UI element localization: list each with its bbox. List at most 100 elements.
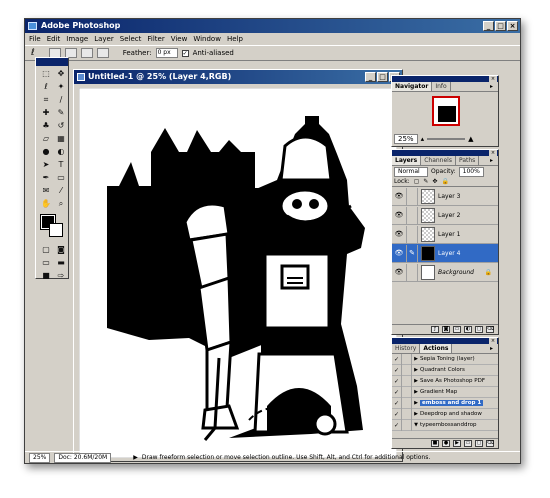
- action-item[interactable]: ✓ ▶ Save As Photoshop PDF: [392, 375, 498, 387]
- tab-paths[interactable]: Paths: [456, 156, 480, 165]
- toolbox-header[interactable]: [36, 58, 68, 66]
- app-titlebar[interactable]: Adobe Photoshop _ □ ×: [25, 19, 520, 33]
- action-item[interactable]: ✓ ▶ Sepia Toning (layer): [392, 353, 498, 365]
- action-check-icon[interactable]: ✓: [392, 397, 402, 409]
- layer-mask-icon[interactable]: ◙: [442, 326, 450, 333]
- zoom-in-icon[interactable]: ▲: [468, 135, 473, 143]
- layer-row[interactable]: 👁 Layer 3: [392, 187, 498, 206]
- expand-triangle-icon[interactable]: ▶: [412, 367, 420, 373]
- visibility-eye-icon[interactable]: 👁: [392, 230, 406, 238]
- zoom-slider[interactable]: [427, 138, 466, 140]
- background-color-swatch[interactable]: [49, 223, 63, 237]
- collapse-triangle-icon[interactable]: ▼: [412, 422, 420, 428]
- imageready-jump-icon[interactable]: ⇨: [54, 270, 68, 282]
- navigator-thumbnail[interactable]: [432, 96, 460, 126]
- layer-link-slot[interactable]: [406, 187, 418, 205]
- image-canvas[interactable]: [79, 88, 397, 458]
- play-icon[interactable]: ▶: [453, 440, 461, 447]
- maximize-button[interactable]: □: [495, 21, 506, 31]
- menu-filter[interactable]: Filter: [147, 33, 164, 45]
- zoom-out-icon[interactable]: ▴: [421, 135, 425, 143]
- action-check-icon[interactable]: ✓: [392, 408, 402, 420]
- action-item-selected[interactable]: ✓ ▶ emboss and drop 1: [392, 397, 498, 409]
- action-item[interactable]: ✓ ▶ Gradient Map: [392, 386, 498, 398]
- layer-row[interactable]: 👁 Layer 2: [392, 206, 498, 225]
- antialias-checkbox[interactable]: ✓: [181, 49, 189, 57]
- trash-icon[interactable]: ⌫: [486, 326, 494, 333]
- menu-layer[interactable]: Layer: [94, 33, 114, 45]
- standard-mode-icon[interactable]: ▢: [39, 244, 53, 256]
- type-tool-icon[interactable]: T: [54, 159, 68, 171]
- menu-help[interactable]: Help: [227, 33, 243, 45]
- feather-input[interactable]: 0 px: [155, 48, 178, 58]
- action-check-icon[interactable]: ✓: [392, 364, 402, 376]
- layer-set-icon[interactable]: ▭: [453, 326, 461, 333]
- action-check-icon[interactable]: ✓: [392, 375, 402, 387]
- intersect-selection-button[interactable]: [96, 48, 109, 58]
- crop-tool-icon[interactable]: ⌗: [39, 94, 53, 106]
- eyedropper-tool-icon[interactable]: ⁄: [54, 185, 68, 197]
- visibility-eye-icon[interactable]: 👁: [392, 211, 406, 219]
- doc-minimize-button[interactable]: _: [365, 72, 376, 82]
- action-item[interactable]: ✓ ▶ Deepdrop and shadow: [392, 408, 498, 420]
- visibility-eye-icon[interactable]: 👁: [392, 249, 406, 257]
- opacity-input[interactable]: 100%: [458, 166, 484, 177]
- stop-icon[interactable]: ■: [431, 440, 439, 447]
- new-set-icon[interactable]: ▭: [464, 440, 472, 447]
- action-check-icon[interactable]: ✓: [392, 386, 402, 398]
- menu-edit[interactable]: Edit: [47, 33, 61, 45]
- expand-triangle-icon[interactable]: ▶: [412, 378, 420, 384]
- subtract-selection-button[interactable]: [80, 48, 93, 58]
- path-select-icon[interactable]: ➤: [39, 159, 53, 171]
- shape-tool-icon[interactable]: ▭: [54, 172, 68, 184]
- tab-info[interactable]: Info: [432, 82, 451, 91]
- magic-wand-tool-icon[interactable]: ✦: [54, 81, 68, 93]
- status-arrow-icon[interactable]: ▶: [133, 454, 138, 461]
- lasso-tool-icon[interactable]: ℓ: [39, 81, 53, 93]
- layers-menu-arrow-icon[interactable]: ▸: [490, 156, 498, 165]
- delete-action-icon[interactable]: ⌫: [486, 440, 494, 447]
- screen-mode-fullscreen-icon[interactable]: ■: [39, 270, 53, 282]
- action-check-icon[interactable]: ✓: [392, 419, 402, 431]
- layer-link-slot[interactable]: [406, 263, 418, 281]
- menu-select[interactable]: Select: [120, 33, 142, 45]
- expand-triangle-icon[interactable]: ▶: [412, 411, 420, 417]
- screen-mode-standard-icon[interactable]: ▭: [39, 257, 53, 269]
- expand-triangle-icon[interactable]: ▶: [412, 389, 420, 395]
- tab-channels[interactable]: Channels: [421, 156, 456, 165]
- action-item[interactable]: ✓ ▶ Quadrant Colors: [392, 364, 498, 376]
- lock-position-icon[interactable]: ✥: [432, 178, 437, 185]
- menu-window[interactable]: Window: [193, 33, 221, 45]
- blend-mode-select[interactable]: Normal: [394, 166, 428, 177]
- clone-stamp-icon[interactable]: ♣: [39, 120, 53, 132]
- hand-tool-icon[interactable]: ✋: [39, 198, 53, 210]
- document-titlebar[interactable]: Untitled-1 @ 25% (Layer 4,RGB) _ □ ×: [74, 70, 402, 84]
- lock-paint-icon[interactable]: ✎: [423, 178, 428, 185]
- layer-row-selected[interactable]: 👁 ✎ Layer 4: [392, 244, 498, 263]
- actions-menu-arrow-icon[interactable]: ▸: [490, 344, 498, 353]
- eraser-tool-icon[interactable]: ▱: [39, 133, 53, 145]
- status-zoom-field[interactable]: 25%: [29, 452, 51, 463]
- action-item[interactable]: ✓ ▼ typeembossanddrop: [392, 419, 498, 431]
- navigator-close-icon[interactable]: ×: [489, 76, 497, 82]
- brush-active-icon[interactable]: ✎: [406, 244, 418, 262]
- navigator-zoom-field[interactable]: 25%: [394, 134, 418, 144]
- brush-tool-icon[interactable]: ✎: [54, 107, 68, 119]
- record-icon[interactable]: ●: [442, 440, 450, 447]
- new-layer-icon[interactable]: ▢: [475, 326, 483, 333]
- marquee-tool-icon[interactable]: ⬚: [39, 68, 53, 80]
- blur-tool-icon[interactable]: ●: [39, 146, 53, 158]
- expand-triangle-icon[interactable]: ▶: [412, 400, 420, 406]
- doc-size-field[interactable]: Doc: 20.6M/20M: [54, 452, 112, 463]
- tab-history[interactable]: History: [392, 344, 421, 353]
- move-tool-icon[interactable]: ✥: [54, 68, 68, 80]
- tab-actions[interactable]: Actions: [420, 344, 453, 353]
- lock-transparency-icon[interactable]: ▢: [414, 178, 420, 185]
- layer-link-slot[interactable]: [406, 206, 418, 224]
- layer-row[interactable]: 👁 Layer 1: [392, 225, 498, 244]
- action-check-icon[interactable]: ✓: [392, 353, 402, 365]
- actions-close-icon[interactable]: ×: [489, 338, 497, 344]
- zoom-tool-icon[interactable]: ⌕: [54, 198, 68, 210]
- tab-layers[interactable]: Layers: [392, 156, 422, 165]
- lock-all-icon[interactable]: 🔒: [441, 178, 448, 185]
